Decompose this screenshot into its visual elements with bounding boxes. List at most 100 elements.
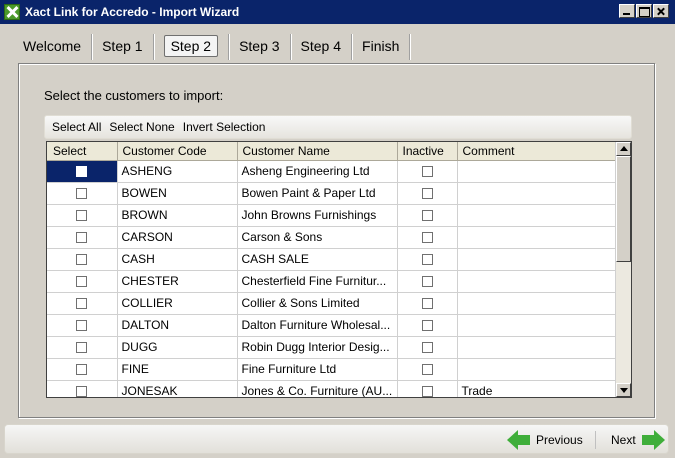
customer-code-cell: COLLIER <box>117 292 238 315</box>
select-cell[interactable] <box>47 226 118 249</box>
table-row[interactable]: ASHENG Asheng Engineering Ltd <box>47 160 616 183</box>
inactive-checkbox[interactable] <box>421 210 433 222</box>
select-all-button[interactable]: Select All <box>48 120 105 134</box>
customer-code-cell: ASHENG <box>117 160 238 183</box>
tab-step-4[interactable]: Step 4 <box>291 34 353 60</box>
tab-label: Welcome <box>23 38 82 54</box>
wizard-steps: Welcome Step 1 Step 2 Step 3 Step 4 Fini… <box>13 34 411 60</box>
customer-code-cell: DALTON <box>117 314 238 337</box>
select-checkbox[interactable] <box>76 232 88 244</box>
select-cell[interactable] <box>47 160 118 183</box>
inactive-cell <box>397 358 458 381</box>
vertical-scrollbar[interactable] <box>615 142 631 397</box>
inactive-checkbox[interactable] <box>421 342 433 354</box>
inactive-checkbox[interactable] <box>421 188 433 200</box>
select-cell[interactable] <box>47 182 118 205</box>
select-checkbox[interactable] <box>76 364 88 376</box>
arrow-right-icon <box>641 430 665 450</box>
select-checkbox[interactable] <box>76 188 88 200</box>
inactive-checkbox[interactable] <box>421 276 433 288</box>
inactive-checkbox[interactable] <box>421 386 433 397</box>
minimize-button[interactable] <box>619 4 635 18</box>
customer-name-cell: Bowen Paint & Paper Ltd <box>237 182 398 205</box>
scroll-up-icon[interactable] <box>616 142 631 156</box>
table-row[interactable]: BROWN John Browns Furnishings <box>47 204 616 227</box>
tab-label: Finish <box>362 38 400 54</box>
select-checkbox[interactable] <box>76 320 88 332</box>
inactive-checkbox[interactable] <box>421 232 433 244</box>
customer-name-cell: Jones & Co. Furniture (AU... <box>237 380 398 397</box>
customer-code-cell: DUGG <box>117 336 238 359</box>
select-checkbox[interactable] <box>76 342 88 354</box>
comment-cell: Trade <box>457 380 616 397</box>
tab-step-3[interactable]: Step 3 <box>229 34 291 60</box>
tab-finish[interactable]: Finish <box>352 34 411 60</box>
next-button[interactable]: Next <box>606 429 665 451</box>
comment-cell <box>457 336 616 359</box>
select-cell[interactable] <box>47 336 118 359</box>
scroll-down-icon[interactable] <box>616 383 631 397</box>
tab-step-2[interactable]: Step 2 <box>154 34 230 60</box>
nav-divider <box>595 431 596 449</box>
previous-button[interactable]: Previous <box>507 429 588 451</box>
customer-name-cell: Dalton Furniture Wholesal... <box>237 314 398 337</box>
select-cell[interactable] <box>47 358 118 381</box>
window-title: Xact Link for Accredo - Import Wizard <box>25 5 240 19</box>
table-row[interactable]: CHESTER Chesterfield Fine Furnitur... <box>47 270 616 293</box>
table-row[interactable]: COLLIER Collier & Sons Limited <box>47 292 616 315</box>
inactive-checkbox[interactable] <box>421 254 433 266</box>
comment-cell <box>457 204 616 227</box>
table-row[interactable]: CASH CASH SALE <box>47 248 616 271</box>
table-row[interactable]: CARSON Carson & Sons <box>47 226 616 249</box>
customer-name-cell: Robin Dugg Interior Desig... <box>237 336 398 359</box>
customer-name-cell: CASH SALE <box>237 248 398 271</box>
customer-name-cell: Chesterfield Fine Furnitur... <box>237 270 398 293</box>
maximize-button[interactable] <box>636 4 652 18</box>
select-none-button[interactable]: Select None <box>105 120 178 134</box>
close-button[interactable] <box>653 4 669 18</box>
select-cell[interactable] <box>47 248 118 271</box>
invert-selection-button[interactable]: Invert Selection <box>179 120 270 134</box>
inactive-checkbox[interactable] <box>421 298 433 310</box>
inactive-cell <box>397 248 458 271</box>
inactive-checkbox[interactable] <box>421 166 433 178</box>
select-checkbox[interactable] <box>76 210 88 222</box>
navigation-bar: Previous Next <box>4 424 669 454</box>
select-cell[interactable] <box>47 314 118 337</box>
comment-cell <box>457 182 616 205</box>
select-cell[interactable] <box>47 204 118 227</box>
customer-code-cell: CHESTER <box>117 270 238 293</box>
comment-cell <box>457 160 616 183</box>
inactive-checkbox[interactable] <box>421 364 433 376</box>
instruction-text: Select the customers to import: <box>44 88 224 103</box>
select-checkbox[interactable] <box>76 276 88 288</box>
inactive-checkbox[interactable] <box>421 320 433 332</box>
select-cell[interactable] <box>47 292 118 315</box>
column-header-customer-code[interactable]: Customer Code <box>117 142 238 161</box>
column-header-select[interactable]: Select <box>47 142 118 161</box>
table-row[interactable]: FINE Fine Furniture Ltd <box>47 358 616 381</box>
customer-name-cell: Collier & Sons Limited <box>237 292 398 315</box>
tab-step-1[interactable]: Step 1 <box>92 34 154 60</box>
table-row[interactable]: BOWEN Bowen Paint & Paper Ltd <box>47 182 616 205</box>
select-checkbox[interactable] <box>76 166 88 178</box>
customer-code-cell: BROWN <box>117 204 238 227</box>
arrow-left-icon <box>507 430 531 450</box>
column-header-inactive[interactable]: Inactive <box>397 142 458 161</box>
select-cell[interactable] <box>47 380 118 397</box>
table-row[interactable]: DALTON Dalton Furniture Wholesal... <box>47 314 616 337</box>
select-checkbox[interactable] <box>76 298 88 310</box>
table-row[interactable]: JONESAK Jones & Co. Furniture (AU... Tra… <box>47 380 616 397</box>
inactive-cell <box>397 182 458 205</box>
tab-welcome[interactable]: Welcome <box>13 34 93 60</box>
select-checkbox[interactable] <box>76 254 88 266</box>
customer-grid[interactable]: Select Customer Code Customer Name Inact… <box>46 141 632 398</box>
inactive-cell <box>397 226 458 249</box>
select-checkbox[interactable] <box>76 386 88 397</box>
select-cell[interactable] <box>47 270 118 293</box>
table-row[interactable]: DUGG Robin Dugg Interior Desig... <box>47 336 616 359</box>
column-header-comment[interactable]: Comment <box>457 142 616 161</box>
app-logo-icon <box>4 4 20 20</box>
scroll-thumb[interactable] <box>616 156 631 262</box>
column-header-customer-name[interactable]: Customer Name <box>237 142 398 161</box>
